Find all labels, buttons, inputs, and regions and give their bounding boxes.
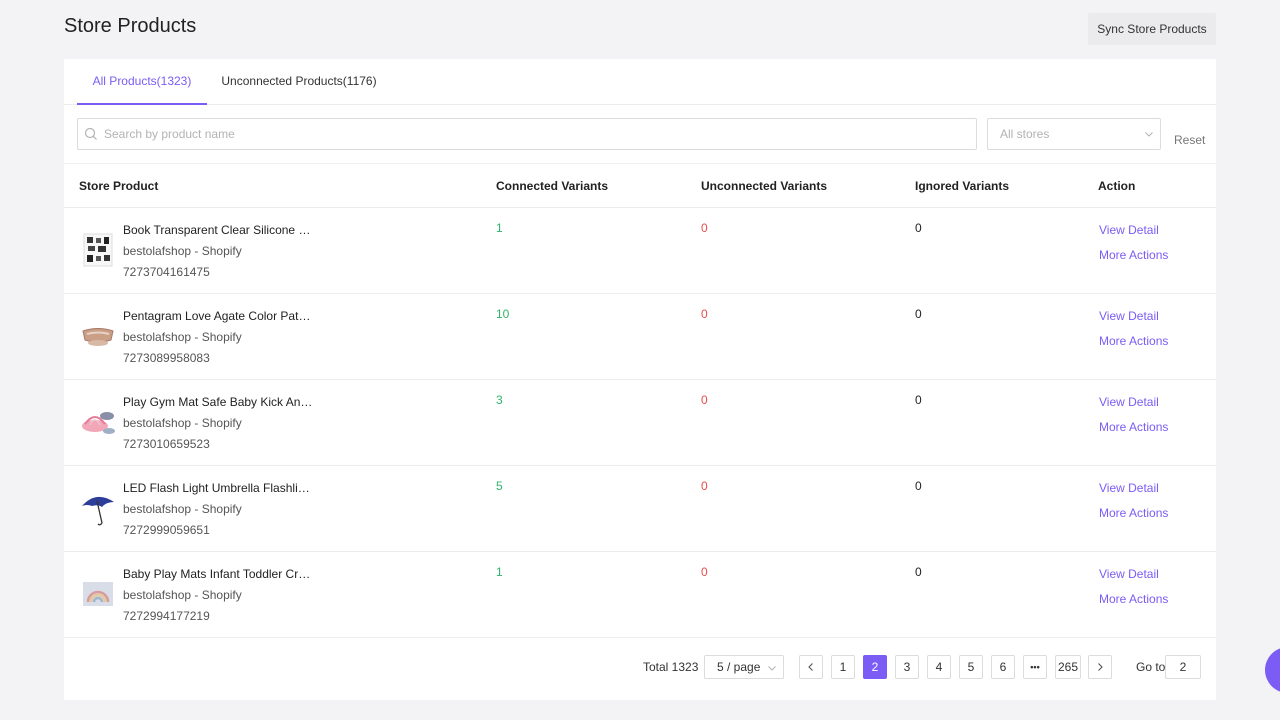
column-header-store-product: Store Product [79,179,159,193]
product-id: 7272999059651 [123,523,210,537]
view-detail-link[interactable]: View Detail [1099,309,1159,323]
pagination: Total 1323 5 / page 1 2 3 4 5 6 ••• 265 … [64,655,1216,679]
view-detail-link[interactable]: View Detail [1099,223,1159,237]
unconnected-variants-count: 0 [701,479,708,493]
table-header: Store Product Connected Variants Unconne… [64,164,1216,208]
product-name: LED Flash Light Umbrella Flashligh... [123,481,313,495]
product-name: Book Transparent Clear Silicone St... [123,223,313,237]
view-detail-link[interactable]: View Detail [1099,395,1159,409]
page-button-4[interactable]: 4 [927,655,951,679]
product-store: bestolafshop - Shopify [123,588,242,602]
ignored-variants-count: 0 [915,221,922,235]
product-name: Baby Play Mats Infant Toddler Cra... [123,567,313,581]
goto-label: Go to [1136,660,1166,674]
sync-store-products-button[interactable]: Sync Store Products [1088,13,1216,45]
unconnected-variants-count: 0 [701,221,708,235]
prev-page-button[interactable] [799,655,823,679]
product-id: 7272994177219 [123,609,210,623]
tab-unconnected-products[interactable]: Unconnected Products(1176) [214,59,384,105]
search-input[interactable] [104,119,964,149]
page-button-1[interactable]: 1 [831,655,855,679]
more-actions-link[interactable]: More Actions [1099,334,1168,348]
chevron-down-icon [1145,132,1153,137]
page-size-value: 5 / page [717,660,761,674]
column-header-connected-variants: Connected Variants [496,179,609,193]
chevron-left-icon [808,663,813,671]
column-header-unconnected-variants: Unconnected Variants [701,179,828,193]
tabs-bar: All Products(1323) Unconnected Products(… [64,59,1216,105]
table-row: Pentagram Love Agate Color Patte... best… [64,294,1216,380]
chat-support-button[interactable] [1265,647,1280,693]
product-name: Play Gym Mat Safe Baby Kick And ... [123,395,313,409]
products-card: All Products(1323) Unconnected Products(… [64,59,1216,700]
page-button-3[interactable]: 3 [895,655,919,679]
store-select-value: All stores [1000,127,1050,141]
more-actions-link[interactable]: More Actions [1099,420,1168,434]
play-mat-icon [82,412,115,434]
view-detail-link[interactable]: View Detail [1099,481,1159,495]
ignored-variants-count: 0 [915,479,922,493]
view-detail-link[interactable]: View Detail [1099,567,1159,581]
column-header-action: Action [1098,179,1136,193]
umbrella-icon [82,496,114,526]
product-name: Pentagram Love Agate Color Patte... [123,309,313,323]
rainbow-mat-icon [83,582,113,606]
product-store: bestolafshop - Shopify [123,330,242,344]
product-id: 7273704161475 [123,265,210,279]
table-row: Book Transparent Clear Silicone St... be… [64,208,1216,294]
table-row: Baby Play Mats Infant Toddler Cra... bes… [64,552,1216,638]
page-button-2[interactable]: 2 [863,655,887,679]
page-button-5[interactable]: 5 [959,655,983,679]
page-ellipsis-button[interactable]: ••• [1023,655,1047,679]
page-title: Store Products [64,15,197,37]
next-page-button[interactable] [1088,655,1112,679]
unconnected-variants-count: 0 [701,565,708,579]
unconnected-variants-count: 0 [701,393,708,407]
unconnected-variants-count: 0 [701,307,708,321]
connected-variants-count: 1 [496,221,503,235]
search-icon [84,127,97,140]
column-header-ignored-variants: Ignored Variants [915,179,1010,193]
connected-variants-count: 10 [496,307,510,321]
table-row: LED Flash Light Umbrella Flashligh... be… [64,466,1216,552]
product-id: 7273089958083 [123,351,210,365]
filter-row: All stores Reset [64,105,1216,164]
more-actions-link[interactable]: More Actions [1099,248,1168,262]
connected-variants-count: 5 [496,479,503,493]
product-id: 7273010659523 [123,437,210,451]
stamp-sheet-icon [83,233,113,267]
chevron-right-icon [1098,663,1103,671]
reset-button[interactable]: Reset [1174,133,1205,147]
table-row: Play Gym Mat Safe Baby Kick And ... best… [64,380,1216,466]
chevron-down-icon [768,666,776,671]
goto-page-input[interactable] [1165,655,1201,679]
connected-variants-count: 1 [496,565,503,579]
bracelet-icon [82,328,114,346]
product-store: bestolafshop - Shopify [123,244,242,258]
product-store: bestolafshop - Shopify [123,502,242,516]
ignored-variants-count: 0 [915,393,922,407]
product-store: bestolafshop - Shopify [123,416,242,430]
store-select[interactable]: All stores [987,118,1161,150]
total-count: Total 1323 [643,660,699,674]
connected-variants-count: 3 [496,393,503,407]
more-actions-link[interactable]: More Actions [1099,506,1168,520]
ignored-variants-count: 0 [915,565,922,579]
page-button-265[interactable]: 265 [1055,655,1081,679]
tab-all-products[interactable]: All Products(1323) [77,59,207,105]
search-box[interactable] [77,118,977,150]
page-size-select[interactable]: 5 / page [704,655,784,679]
ignored-variants-count: 0 [915,307,922,321]
page-button-6[interactable]: 6 [991,655,1015,679]
more-actions-link[interactable]: More Actions [1099,592,1168,606]
